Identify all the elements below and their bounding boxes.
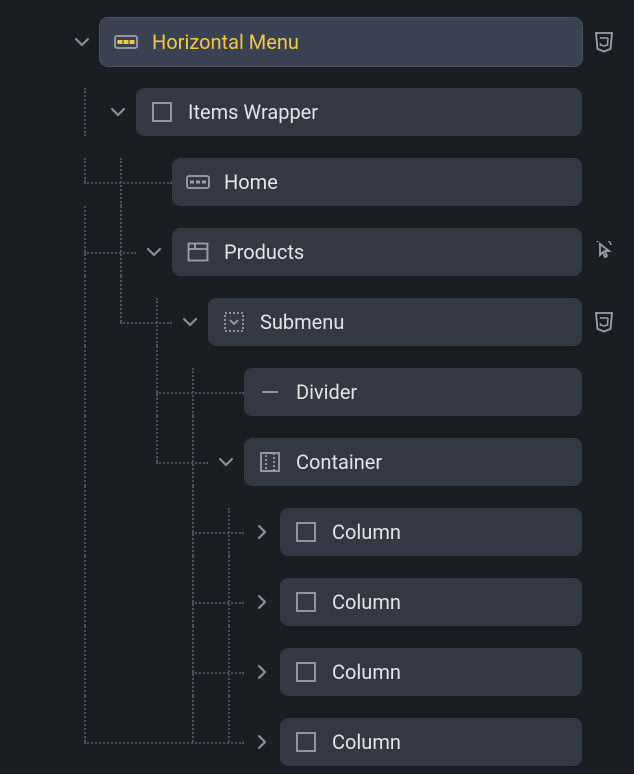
node-container[interactable]: Container (244, 438, 582, 486)
node-label: Submenu (260, 310, 344, 334)
node-items-wrapper[interactable]: Items Wrapper (136, 88, 582, 136)
css3-icon (586, 298, 622, 346)
expand-toggle[interactable] (208, 438, 244, 486)
tree-row: Column (0, 648, 622, 696)
node-label: Items Wrapper (188, 100, 318, 124)
badge-empty (586, 158, 622, 206)
node-divider[interactable]: Divider (244, 368, 582, 416)
badge-empty (586, 718, 622, 766)
badge-empty (586, 438, 622, 486)
node-column[interactable]: Column (280, 648, 582, 696)
node-horizontal-menu[interactable]: Horizontal Menu (100, 18, 582, 66)
tree-row-root: Horizontal Menu (0, 18, 622, 66)
badge-empty (586, 368, 622, 416)
container-icon (258, 450, 282, 474)
node-column[interactable]: Column (280, 508, 582, 556)
box-icon (150, 100, 174, 124)
line-icon (258, 380, 282, 404)
node-label: Horizontal Menu (152, 30, 299, 54)
badge-empty (586, 508, 622, 556)
node-label: Products (224, 240, 304, 264)
node-products[interactable]: Products (172, 228, 582, 276)
expand-toggle[interactable] (64, 18, 100, 66)
expand-toggle[interactable] (244, 648, 280, 696)
layers-panel: Horizontal Menu Items Wrapper (0, 0, 634, 774)
expand-toggle[interactable] (244, 508, 280, 556)
badge-empty (586, 88, 622, 136)
box-icon (294, 730, 318, 754)
node-label: Column (332, 590, 401, 614)
dropdown-icon (222, 310, 246, 334)
badge-empty (586, 648, 622, 696)
tree-row: Column (0, 578, 622, 626)
node-home[interactable]: Home (172, 158, 582, 206)
expand-toggle[interactable] (244, 578, 280, 626)
node-label: Home (224, 170, 278, 194)
node-label: Divider (296, 380, 357, 404)
tree-row: Submenu (0, 298, 622, 346)
badge-empty (586, 578, 622, 626)
node-label: Column (332, 730, 401, 754)
node-column[interactable]: Column (280, 578, 582, 626)
nav-icon (186, 170, 210, 194)
tree-row: Items Wrapper (0, 88, 622, 136)
box-icon (294, 660, 318, 684)
box-icon (294, 520, 318, 544)
tree-row: Divider (0, 368, 622, 416)
node-label: Column (332, 660, 401, 684)
node-submenu[interactable]: Submenu (208, 298, 582, 346)
tree-row: Home (0, 158, 622, 206)
css3-icon (586, 18, 622, 66)
box-icon (294, 590, 318, 614)
expand-toggle[interactable] (136, 228, 172, 276)
section-icon (186, 240, 210, 264)
tree-row: Column (0, 508, 622, 556)
expand-toggle[interactable] (172, 298, 208, 346)
node-column[interactable]: Column (280, 718, 582, 766)
cursor-icon (586, 228, 622, 276)
node-label: Column (332, 520, 401, 544)
expand-toggle[interactable] (100, 88, 136, 136)
nav-icon (114, 30, 138, 54)
tree-row: Container (0, 438, 622, 486)
tree-row: Column (0, 718, 622, 766)
tree-row: Products (0, 228, 622, 276)
node-label: Container (296, 450, 382, 474)
expand-toggle[interactable] (244, 718, 280, 766)
